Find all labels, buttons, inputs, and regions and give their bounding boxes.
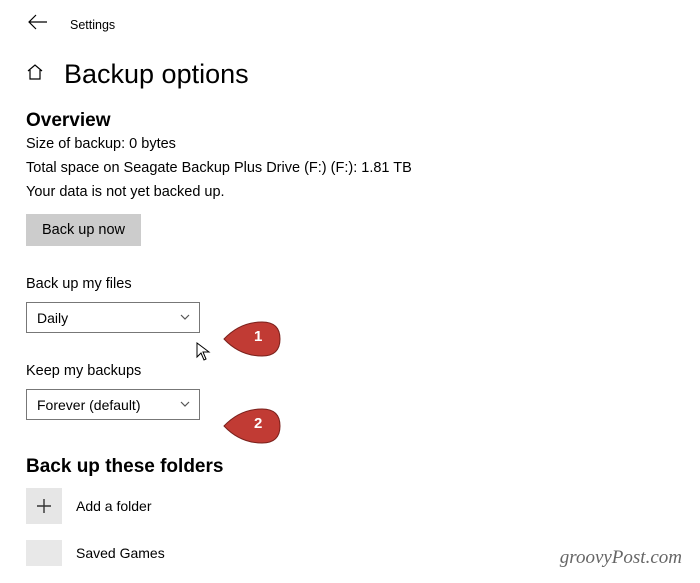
watermark: groovyPost.com <box>560 547 682 569</box>
add-folder-button[interactable] <box>26 488 62 524</box>
home-icon[interactable] <box>26 63 44 86</box>
annotation-callout-2: 2 <box>222 407 282 445</box>
overview-heading: Overview <box>26 110 700 132</box>
backup-status: Your data is not yet backed up. <box>26 184 700 200</box>
retention-label: Keep my backups <box>26 363 700 379</box>
frequency-value: Daily <box>37 310 68 326</box>
folder-name: Saved Games <box>76 545 165 561</box>
frequency-dropdown[interactable]: Daily <box>26 302 200 333</box>
page-title: Backup options <box>64 59 249 90</box>
annotation-callout-1: 1 <box>222 320 282 358</box>
backup-size: Size of backup: 0 bytes <box>26 136 700 152</box>
app-label: Settings <box>70 18 115 32</box>
back-button[interactable] <box>28 14 48 35</box>
chevron-down-icon <box>179 310 191 326</box>
add-folder-row[interactable]: Add a folder <box>26 488 700 524</box>
folders-heading: Back up these folders <box>26 456 700 478</box>
total-space: Total space on Seagate Backup Plus Drive… <box>26 160 700 176</box>
backup-now-button[interactable]: Back up now <box>26 214 141 246</box>
retention-value: Forever (default) <box>37 397 140 413</box>
retention-dropdown[interactable]: Forever (default) <box>26 389 200 420</box>
add-folder-label: Add a folder <box>76 498 152 514</box>
chevron-down-icon <box>179 397 191 413</box>
plus-icon <box>34 496 54 516</box>
frequency-label: Back up my files <box>26 276 700 292</box>
folder-icon <box>26 540 62 566</box>
